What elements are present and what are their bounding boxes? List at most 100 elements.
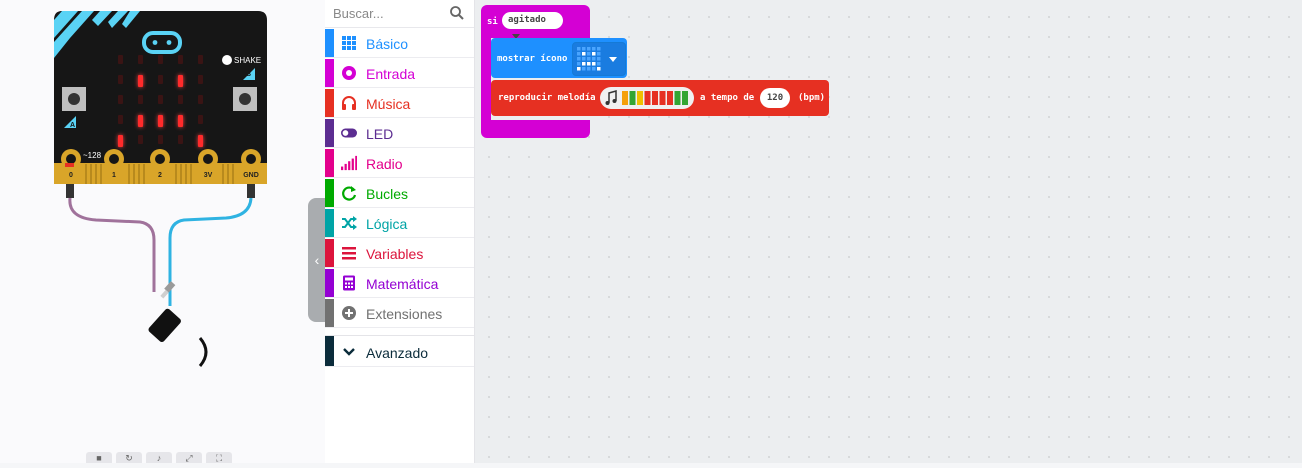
microbit-simulator: A B SHAKE ~128 0 1 2 3V GND — [54, 11, 267, 367]
collapse-simulator-button[interactable]: ‹ — [308, 198, 326, 322]
melody-note — [659, 91, 666, 105]
headphones-icon — [341, 95, 357, 111]
category-bucles[interactable]: Bucles — [325, 179, 474, 208]
category-logica[interactable]: Lógica — [325, 209, 474, 238]
led — [178, 115, 183, 127]
category-variables[interactable]: Variables — [325, 239, 474, 268]
search-input[interactable] — [333, 4, 445, 22]
block-label: reproducir melodía — [498, 93, 596, 103]
category-label: Música — [366, 96, 411, 112]
category-label: Variables — [366, 246, 424, 262]
pin-label-gnd: GND — [243, 172, 259, 179]
chevron-left-icon: ‹ — [314, 252, 320, 268]
category-avanzado[interactable]: Avanzado — [325, 335, 474, 367]
melody-field[interactable] — [600, 87, 694, 109]
category-label: Matemática — [366, 276, 439, 292]
led — [138, 135, 143, 144]
fullscreen-button[interactable]: ⛶ — [206, 452, 232, 463]
melody-note — [622, 91, 628, 105]
led — [138, 75, 143, 87]
bpm-label: (bpm) — [798, 93, 826, 103]
gesture-value: agitado — [508, 15, 546, 25]
icon-pixel — [582, 52, 586, 56]
screenshot-button[interactable]: ⤢ — [176, 452, 202, 463]
button-b-label: B — [246, 71, 251, 78]
microbit-board: A B SHAKE ~128 0 1 2 3V GND — [54, 11, 267, 184]
block-keyword: si — [487, 17, 498, 27]
icon-pixel — [597, 47, 601, 51]
pin-value-readout: ~128 — [83, 151, 102, 160]
icon-pixel — [592, 67, 596, 71]
mute-button[interactable]: ♪ — [146, 452, 172, 463]
list-icon — [341, 245, 357, 261]
search-icon[interactable] — [449, 5, 465, 21]
category-extensiones[interactable]: Extensiones — [325, 299, 474, 328]
tempo-input[interactable]: 120 — [760, 88, 790, 108]
category-matematica[interactable]: Matemática — [325, 269, 474, 298]
icon-pixel — [577, 67, 581, 71]
toolbox-search — [325, 0, 474, 28]
led — [158, 75, 163, 84]
tempo-label: a tempo de — [700, 93, 755, 103]
icon-pixel — [597, 67, 601, 71]
button-a[interactable] — [62, 87, 86, 111]
category-entrada[interactable]: Entrada — [325, 59, 474, 88]
category-led[interactable]: LED — [325, 119, 474, 148]
signal-icon — [341, 155, 357, 171]
melody-note — [682, 91, 688, 105]
melody-note — [652, 91, 658, 105]
icon-pixel — [582, 62, 586, 66]
icon-pixel — [577, 47, 581, 51]
led — [158, 55, 163, 64]
sad-face-icon — [577, 47, 617, 71]
icon-pixel — [577, 57, 581, 61]
category-basico[interactable]: Básico — [325, 29, 474, 58]
toolbox: Básico Entrada Música LED Radio Bucles L… — [325, 0, 475, 463]
gesture-dropdown[interactable]: agitado — [502, 12, 563, 39]
pin-label-2: 2 — [158, 172, 162, 179]
category-musica[interactable]: Música — [325, 89, 474, 118]
led — [158, 115, 163, 127]
music-note-icon — [605, 90, 617, 105]
category-label: Radio — [366, 156, 403, 172]
led — [138, 115, 143, 127]
icon-dropdown[interactable] — [572, 42, 626, 76]
calculator-icon — [341, 275, 357, 291]
led — [118, 55, 123, 64]
icon-pixel — [587, 47, 591, 51]
led — [198, 115, 203, 124]
led — [118, 75, 123, 84]
led — [198, 95, 203, 104]
icon-pixel — [582, 67, 586, 71]
icon-pixel — [597, 52, 601, 56]
category-label: Entrada — [366, 66, 416, 82]
melody-note — [644, 91, 651, 105]
icon-pixel — [592, 57, 596, 61]
headphone-wires — [66, 184, 255, 367]
category-radio[interactable]: Radio — [325, 149, 474, 178]
button-b[interactable] — [233, 87, 257, 111]
led — [178, 55, 183, 64]
target-icon — [341, 65, 357, 81]
led — [138, 55, 143, 64]
icon-pixel — [592, 62, 596, 66]
chevron-down-icon — [341, 344, 357, 360]
restart-button[interactable]: ↻ — [116, 452, 142, 463]
category-label: Avanzado — [366, 345, 429, 361]
led — [178, 135, 183, 144]
toggle-icon — [341, 125, 357, 141]
simulator-panel: A B SHAKE ~128 0 1 2 3V GND ■ ↻ ♪ ⤢ ⛶ — [0, 0, 326, 463]
category-label: Básico — [366, 36, 409, 52]
icon-pixel — [587, 67, 591, 71]
category-label: Bucles — [366, 186, 409, 202]
shake-label: SHAKE — [234, 56, 261, 65]
stop-button[interactable]: ■ — [86, 452, 112, 463]
category-label: Extensiones — [366, 306, 443, 322]
shuffle-icon — [341, 215, 357, 231]
led — [198, 55, 203, 64]
shake-button-icon[interactable] — [222, 55, 232, 65]
icon-pixel — [587, 62, 591, 66]
icon-pixel — [587, 52, 591, 56]
pin-label-1: 1 — [112, 172, 116, 179]
led — [178, 75, 183, 87]
